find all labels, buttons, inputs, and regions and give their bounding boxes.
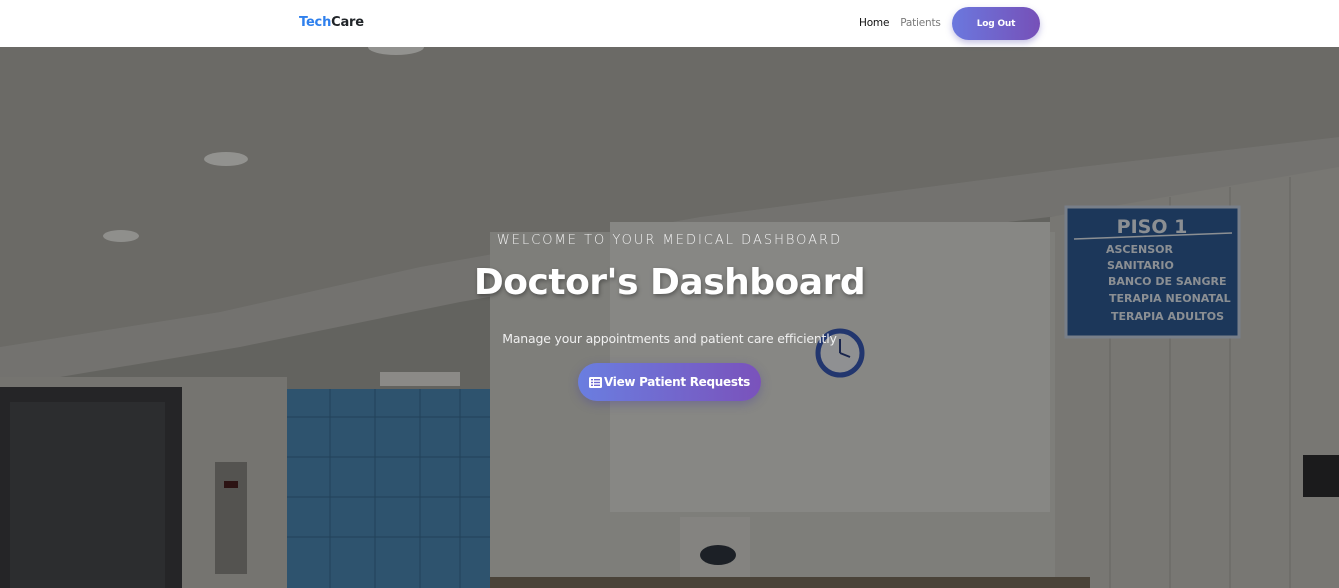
nav-link-home[interactable]: Home (859, 17, 889, 29)
hero-subtitle: WELCOME TO YOUR MEDICAL DASHBOARD (496, 233, 843, 248)
top-navbar: TechCare Home Patients Log Out (0, 0, 1339, 47)
view-patient-requests-button[interactable]: View Patient Requests (578, 363, 761, 401)
view-patient-requests-label: View Patient Requests (604, 375, 750, 389)
hero-description: Manage your appointments and patient car… (502, 331, 837, 346)
page-title: Doctor's Dashboard (473, 262, 866, 303)
brand-logo[interactable]: TechCare (299, 15, 364, 30)
brand-name-part-2: Care (331, 15, 364, 30)
nav-link-patients[interactable]: Patients (900, 17, 941, 29)
logout-button[interactable]: Log Out (952, 7, 1040, 40)
hero-section: PISO 1 ASCENSOR SANITARIO BANCO DE SANGR… (0, 47, 1339, 588)
list-icon (589, 376, 602, 388)
nav-links: Home Patients (859, 17, 941, 29)
hero-content: WELCOME TO YOUR MEDICAL DASHBOARD Doctor… (0, 47, 1339, 588)
brand-name-part-1: Tech (299, 15, 332, 30)
